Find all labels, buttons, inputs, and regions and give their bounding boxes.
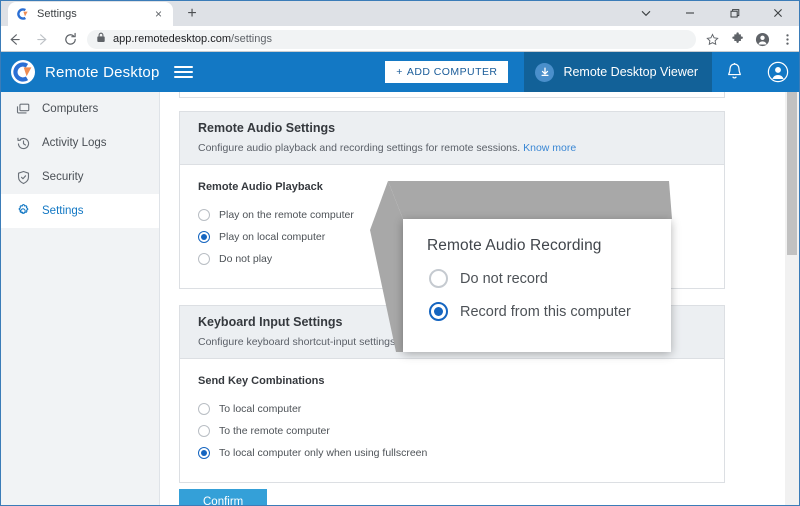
radio-keys-local-fullscreen[interactable]: To local computer only when using fullsc…: [198, 442, 706, 464]
hamburger-menu-icon[interactable]: [174, 66, 193, 78]
confirm-button[interactable]: Confirm: [179, 489, 267, 506]
audio-card-title: Remote Audio Settings: [198, 121, 706, 135]
url-text: app.remotedesktop.com/settings: [113, 33, 272, 45]
radio-keys-remote[interactable]: To the remote computer: [198, 420, 706, 442]
radio-button[interactable]: [198, 447, 210, 459]
audio-card-header: Remote Audio Settings Configure audio pl…: [180, 112, 724, 165]
radio-button[interactable]: [429, 269, 448, 288]
close-tab-icon[interactable]: ×: [152, 8, 165, 21]
brand-area[interactable]: Remote Desktop: [0, 59, 160, 85]
history-clock-icon: [15, 135, 31, 151]
remote-desktop-logo-icon: [10, 59, 36, 85]
partial-card-above: [179, 92, 725, 98]
radio-label: Play on local computer: [219, 231, 325, 243]
recording-group-title: Remote Audio Recording: [452, 181, 706, 193]
browser-toolbar: app.remotedesktop.com/settings: [0, 26, 800, 52]
browser-tab-strip: Settings × +: [0, 0, 800, 26]
window-close-button[interactable]: [756, 0, 800, 26]
sidebar: Computers Activity Logs Security: [0, 92, 160, 506]
radio-label: Do not play: [219, 253, 272, 265]
sidebar-item-security[interactable]: Security: [0, 160, 159, 194]
radio-keys-local[interactable]: To local computer: [198, 398, 706, 420]
app-header: Remote Desktop + ADD COMPUTER Remote Des…: [0, 52, 800, 92]
radio-label: To local computer: [219, 403, 301, 415]
remote-desktop-viewer-label: Remote Desktop Viewer: [563, 65, 698, 79]
magnifier-radio-do-not-record[interactable]: Do not record: [403, 269, 671, 288]
forward-button[interactable]: [28, 26, 56, 52]
know-more-link[interactable]: Know more: [523, 142, 576, 154]
user-account-icon[interactable]: [756, 52, 800, 92]
sidebar-item-activity-logs[interactable]: Activity Logs: [0, 126, 159, 160]
sidebar-label-security: Security: [42, 171, 84, 183]
audio-card-subtitle-text: Configure audio playback and recording s…: [198, 142, 520, 154]
profile-avatar-icon[interactable]: [750, 26, 775, 52]
radio-button[interactable]: [198, 403, 210, 415]
back-button[interactable]: [0, 26, 28, 52]
radio-label: Play on the remote computer: [219, 209, 354, 221]
browser-tab-title: Settings: [37, 8, 145, 20]
reload-button[interactable]: [56, 26, 84, 52]
window-chevron-down-icon[interactable]: [624, 0, 668, 26]
radio-button[interactable]: [429, 302, 448, 321]
window-maximize-button[interactable]: [712, 0, 756, 26]
window-minimize-button[interactable]: [668, 0, 712, 26]
browser-menu-icon[interactable]: [775, 26, 800, 52]
remote-desktop-favicon-icon: [16, 7, 30, 21]
sidebar-item-settings[interactable]: Settings: [0, 194, 159, 228]
radio-label: Record from this computer: [460, 304, 631, 320]
notifications-bell-icon[interactable]: [712, 52, 756, 92]
page-scrollbar[interactable]: [785, 92, 799, 506]
toolbar-icon-group: [700, 26, 800, 52]
send-key-combinations-title: Send Key Combinations: [198, 375, 706, 387]
radio-button[interactable]: [198, 253, 210, 265]
radio-label: Do not record: [460, 271, 548, 287]
browser-tab[interactable]: Settings ×: [8, 2, 173, 26]
remote-desktop-viewer-button[interactable]: Remote Desktop Viewer: [524, 52, 712, 92]
bookmark-star-icon[interactable]: [700, 26, 725, 52]
sidebar-label-activity-logs: Activity Logs: [42, 137, 107, 149]
keyboard-card-body: Send Key Combinations To local computer …: [180, 359, 724, 482]
playback-group-title: Remote Audio Playback: [198, 181, 452, 193]
monitor-icon: [15, 101, 31, 117]
magnifier-radio-record-this-computer[interactable]: Record from this computer: [403, 302, 671, 321]
window-controls: [624, 0, 800, 26]
radio-button[interactable]: [198, 425, 210, 437]
sidebar-label-settings: Settings: [42, 205, 84, 217]
url-host: app.remotedesktop.com: [113, 33, 231, 45]
magnifier-title: Remote Audio Recording: [403, 219, 671, 255]
shield-check-icon: [15, 169, 31, 185]
url-path: /settings: [231, 33, 272, 45]
scrollbar-thumb[interactable]: [787, 92, 797, 255]
radio-button[interactable]: [198, 209, 210, 221]
download-icon: [535, 63, 554, 82]
address-bar[interactable]: app.remotedesktop.com/settings: [87, 30, 696, 49]
radio-label: To the remote computer: [219, 425, 330, 437]
lock-icon: [96, 30, 106, 48]
gear-icon: [15, 203, 31, 219]
add-computer-label: ADD COMPUTER: [407, 66, 498, 78]
sidebar-label-computers: Computers: [42, 103, 98, 115]
browser-window: Settings × +: [0, 0, 800, 506]
new-tab-button[interactable]: +: [181, 3, 203, 25]
brand-title: Remote Desktop: [45, 64, 160, 81]
audio-card-subtitle: Configure audio playback and recording s…: [198, 142, 706, 154]
extensions-puzzle-icon[interactable]: [725, 26, 750, 52]
plus-icon: +: [396, 66, 403, 78]
magnifier-overlay-panel: Remote Audio Recording Do not record Rec…: [403, 219, 671, 352]
sidebar-item-computers[interactable]: Computers: [0, 92, 159, 126]
radio-label: To local computer only when using fullsc…: [219, 447, 427, 459]
add-computer-button[interactable]: + ADD COMPUTER: [385, 61, 508, 83]
radio-button[interactable]: [198, 231, 210, 243]
